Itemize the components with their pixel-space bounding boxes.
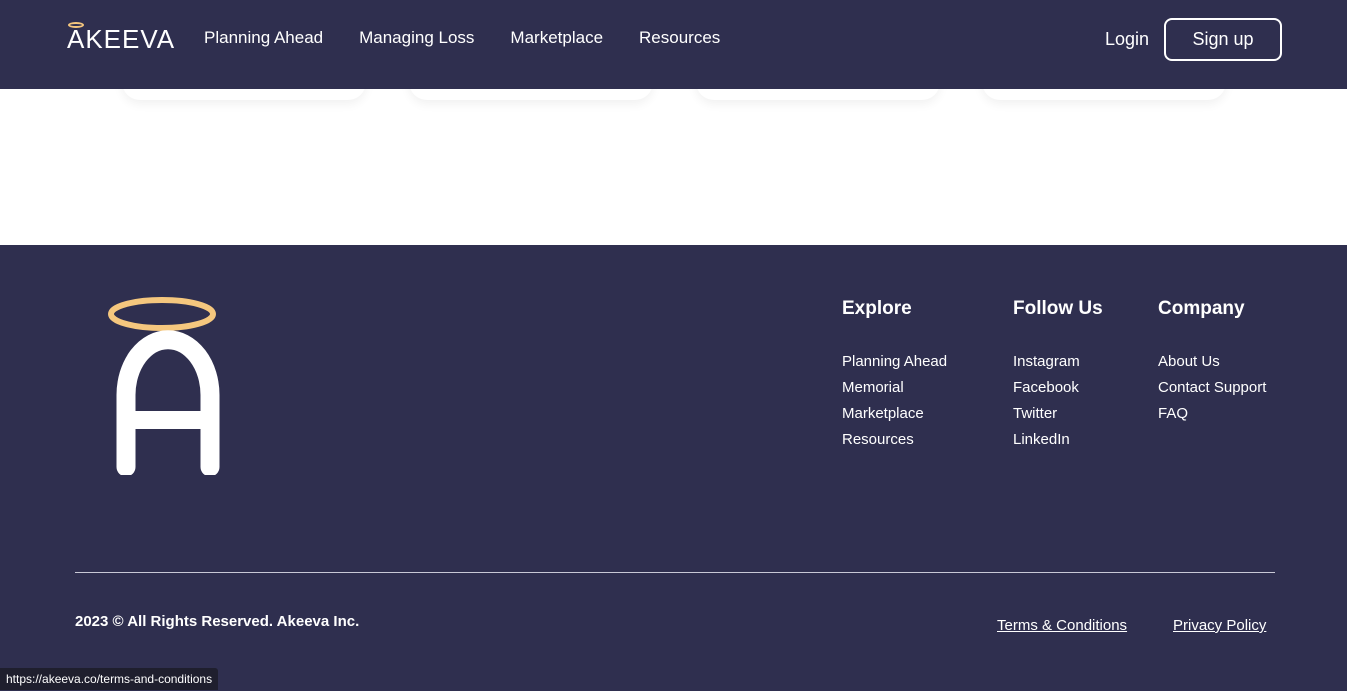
nav-planning-ahead[interactable]: Planning Ahead — [204, 27, 323, 49]
halo-icon — [68, 22, 84, 28]
footer-column-explore: Explore Planning Ahead Memorial Marketpl… — [842, 297, 947, 453]
footer-column-follow-us: Follow Us Instagram Facebook Twitter Lin… — [1013, 297, 1103, 453]
signup-button[interactable]: Sign up — [1164, 18, 1282, 61]
terms-link[interactable]: Terms & Conditions — [997, 617, 1127, 634]
footer: Explore Planning Ahead Memorial Marketpl… — [0, 245, 1347, 691]
footer-link-facebook[interactable]: Facebook — [1013, 375, 1103, 401]
column-title: Follow Us — [1013, 298, 1103, 319]
column-title: Company — [1158, 298, 1245, 319]
footer-link-planning-ahead[interactable]: Planning Ahead — [842, 349, 947, 375]
main-nav: Planning Ahead Managing Loss Marketplace… — [204, 27, 720, 49]
nav-managing-loss[interactable]: Managing Loss — [359, 27, 474, 49]
footer-link-faq[interactable]: FAQ — [1158, 401, 1266, 427]
status-bar-url: https://akeeva.co/terms-and-conditions — [0, 668, 219, 690]
akeeva-logo[interactable]: AKEEVA — [67, 22, 176, 54]
akeeva-a-logo-icon — [108, 297, 220, 475]
footer-divider — [75, 572, 1275, 573]
nav-resources[interactable]: Resources — [639, 27, 720, 49]
logo-text: AKEEVA — [67, 24, 176, 54]
footer-link-instagram[interactable]: Instagram — [1013, 349, 1103, 375]
footer-link-marketplace[interactable]: Marketplace — [842, 401, 947, 427]
footer-link-linkedin[interactable]: LinkedIn — [1013, 427, 1103, 453]
footer-column-company: Company About Us Contact Support FAQ — [1158, 297, 1266, 427]
nav-marketplace[interactable]: Marketplace — [510, 27, 603, 49]
footer-link-about-us[interactable]: About Us — [1158, 349, 1266, 375]
login-link[interactable]: Login — [1105, 28, 1149, 50]
footer-link-memorial[interactable]: Memorial — [842, 375, 947, 401]
footer-link-resources[interactable]: Resources — [842, 427, 947, 453]
footer-link-contact-support[interactable]: Contact Support — [1158, 375, 1266, 401]
copyright-text: 2023 © All Rights Reserved. Akeeva Inc. — [75, 613, 360, 630]
privacy-link[interactable]: Privacy Policy — [1173, 617, 1266, 634]
column-title: Explore — [842, 298, 912, 319]
footer-link-twitter[interactable]: Twitter — [1013, 401, 1103, 427]
top-navbar: AKEEVA Planning Ahead Managing Loss Mark… — [0, 0, 1347, 89]
